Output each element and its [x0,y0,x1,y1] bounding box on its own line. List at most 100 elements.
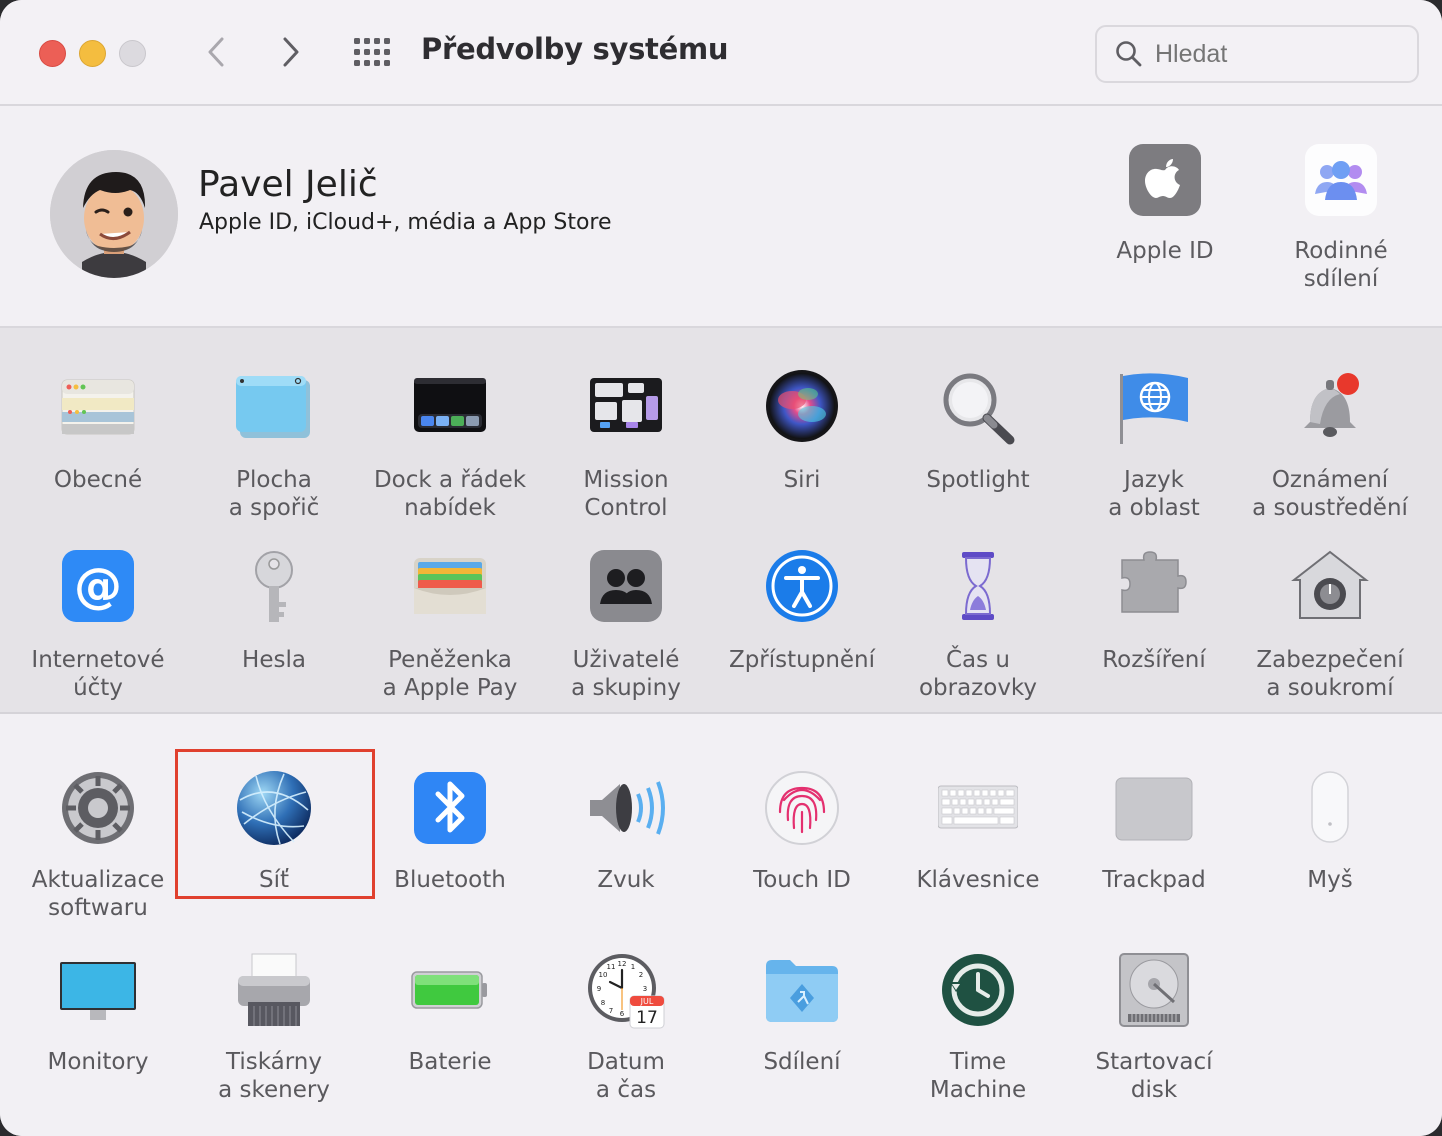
date-time-icon: 12 123 9101187 6 JUL 17 [588,954,665,1029]
mouse-icon [1311,771,1349,843]
personal-preferences-section: Obecné Plocha a spořič Dock a řádek nabí… [0,328,1442,714]
touch-id-label: Touch ID [753,867,851,893]
pref-startup-disk[interactable]: Startovací disk [1066,952,1242,1104]
passwords-icon [255,551,293,622]
battery-icon [411,971,487,1009]
svg-text:3: 3 [643,985,647,993]
extensions-label: Rozšíření [1102,647,1206,673]
toolbar: Předvolby systému [0,0,1442,106]
bluetooth-icon [414,772,486,844]
pref-dock[interactable]: Dock a řádek nabídek [362,370,538,522]
pref-trackpad[interactable]: Trackpad [1066,770,1242,894]
account-name[interactable]: Pavel Jelič [198,164,378,205]
family-sharing-icon [1305,144,1377,216]
pref-users-groups[interactable]: Uživatelé a skupiny [538,550,714,702]
security-label: Zabezpečení a soukromí [1256,647,1404,701]
general-icon [61,379,135,435]
spotlight-label: Spotlight [926,467,1030,493]
pref-battery[interactable]: Baterie [362,952,538,1076]
svg-text:2: 2 [639,971,643,979]
pref-mouse[interactable]: Myš [1242,770,1418,894]
time-machine-icon [942,954,1014,1026]
displays-icon [60,962,136,1020]
account-subtitle[interactable]: Apple ID, iCloud+, média a App Store [199,210,612,235]
chevron-left-icon [208,37,224,67]
pref-printers[interactable]: Tiskárny a skenery [186,952,362,1104]
spotlight-icon [943,373,1015,445]
siri-label: Siri [783,467,821,493]
pref-screen-time[interactable]: Čas u obrazovky [890,550,1066,702]
pref-touch-id[interactable]: Touch ID [714,770,890,894]
minimize-button[interactable] [79,40,106,67]
pref-date-time[interactable]: 12 1 2 3 9 10 11 8 7 6 JUL 17 Datum a čas [538,952,714,1104]
dock-icon [414,378,486,432]
pref-displays[interactable]: Monitory [10,952,186,1076]
pref-passwords[interactable]: Hesla [186,550,362,674]
back-button[interactable] [196,30,236,74]
show-all-button[interactable] [352,36,392,68]
pref-software-update[interactable]: Aktualizace softwaru [10,770,186,922]
svg-text:12: 12 [618,960,627,968]
sharing-icon [766,960,838,1022]
system-preferences-window: Předvolby systému Pavel Jelič Apple ID, … [0,0,1442,1136]
bluetooth-label: Bluetooth [394,867,506,893]
pref-internet-accounts[interactable]: @ Internetové účty [10,550,186,702]
general-label: Obecné [53,467,143,493]
security-icon [1291,550,1369,619]
pref-bluetooth[interactable]: Bluetooth [362,770,538,894]
svg-text:10: 10 [599,971,608,979]
startup-disk-icon [1119,953,1189,1027]
notifications-icon [1304,373,1359,437]
screen-time-label: Čas u obrazovky [918,647,1038,701]
grid-icon [354,38,390,66]
pref-sound[interactable]: Zvuk [538,770,714,894]
siri-icon [766,370,838,442]
wallet-icon [414,558,486,614]
users-label: Uživatelé a skupiny [571,647,681,701]
pref-language-region[interactable]: Jazyk a oblast [1066,370,1242,522]
displays-label: Monitory [47,1049,149,1075]
printers-label: Tiskárny a skenery [218,1049,330,1103]
pref-family-sharing[interactable]: Rodinné sdílení [1261,144,1421,293]
pref-wallet[interactable]: Peněženka a Apple Pay [362,550,538,702]
svg-text:7: 7 [609,1007,613,1015]
screen-time-icon [962,552,994,620]
forward-button[interactable] [271,30,311,74]
svg-text:6: 6 [620,1010,625,1018]
mission-control-label: Mission Control [583,467,669,521]
pref-siri[interactable]: Siri [714,370,890,494]
battery-label: Baterie [408,1049,492,1075]
pref-mission-control[interactable]: Mission Control [538,370,714,522]
zoom-button[interactable] [119,40,146,67]
touch-id-icon [765,771,839,845]
users-icon [590,550,662,622]
pref-sharing[interactable]: Sdílení [714,952,890,1076]
date-time-label: Datum a čas [587,1049,665,1103]
dock-label: Dock a řádek nabídek [373,467,527,521]
mission-control-icon [590,378,662,432]
pref-extensions[interactable]: Rozšíření [1066,550,1242,674]
pref-general[interactable]: Obecné [10,370,186,494]
software-update-icon [62,772,134,844]
search-field[interactable] [1095,25,1419,83]
pref-keyboard[interactable]: Klávesnice [890,770,1066,894]
account-section: Pavel Jelič Apple ID, iCloud+, média a A… [0,106,1442,328]
sharing-label: Sdílení [763,1049,841,1075]
pref-apple-id[interactable]: Apple ID [1085,144,1245,265]
pref-time-machine[interactable]: Time Machine [890,952,1066,1104]
trackpad-icon [1115,777,1193,841]
svg-text:@: @ [74,558,122,614]
pref-notifications[interactable]: Oznámení a soustředění [1242,370,1418,522]
search-icon [1116,41,1142,67]
apple-id-label: Apple ID [1116,238,1214,264]
calendar-day: 17 [636,1008,658,1028]
close-button[interactable] [39,40,66,67]
pref-accessibility[interactable]: Zpřístupnění [714,550,890,674]
svg-text:8: 8 [601,999,605,1007]
pref-spotlight[interactable]: Spotlight [890,370,1066,494]
pref-desktop[interactable]: Plocha a spořič [186,370,362,522]
avatar[interactable] [50,150,178,278]
pref-security[interactable]: Zabezpečení a soukromí [1242,550,1418,702]
search-input[interactable] [1153,35,1407,73]
window-title: Předvolby systému [421,32,729,66]
